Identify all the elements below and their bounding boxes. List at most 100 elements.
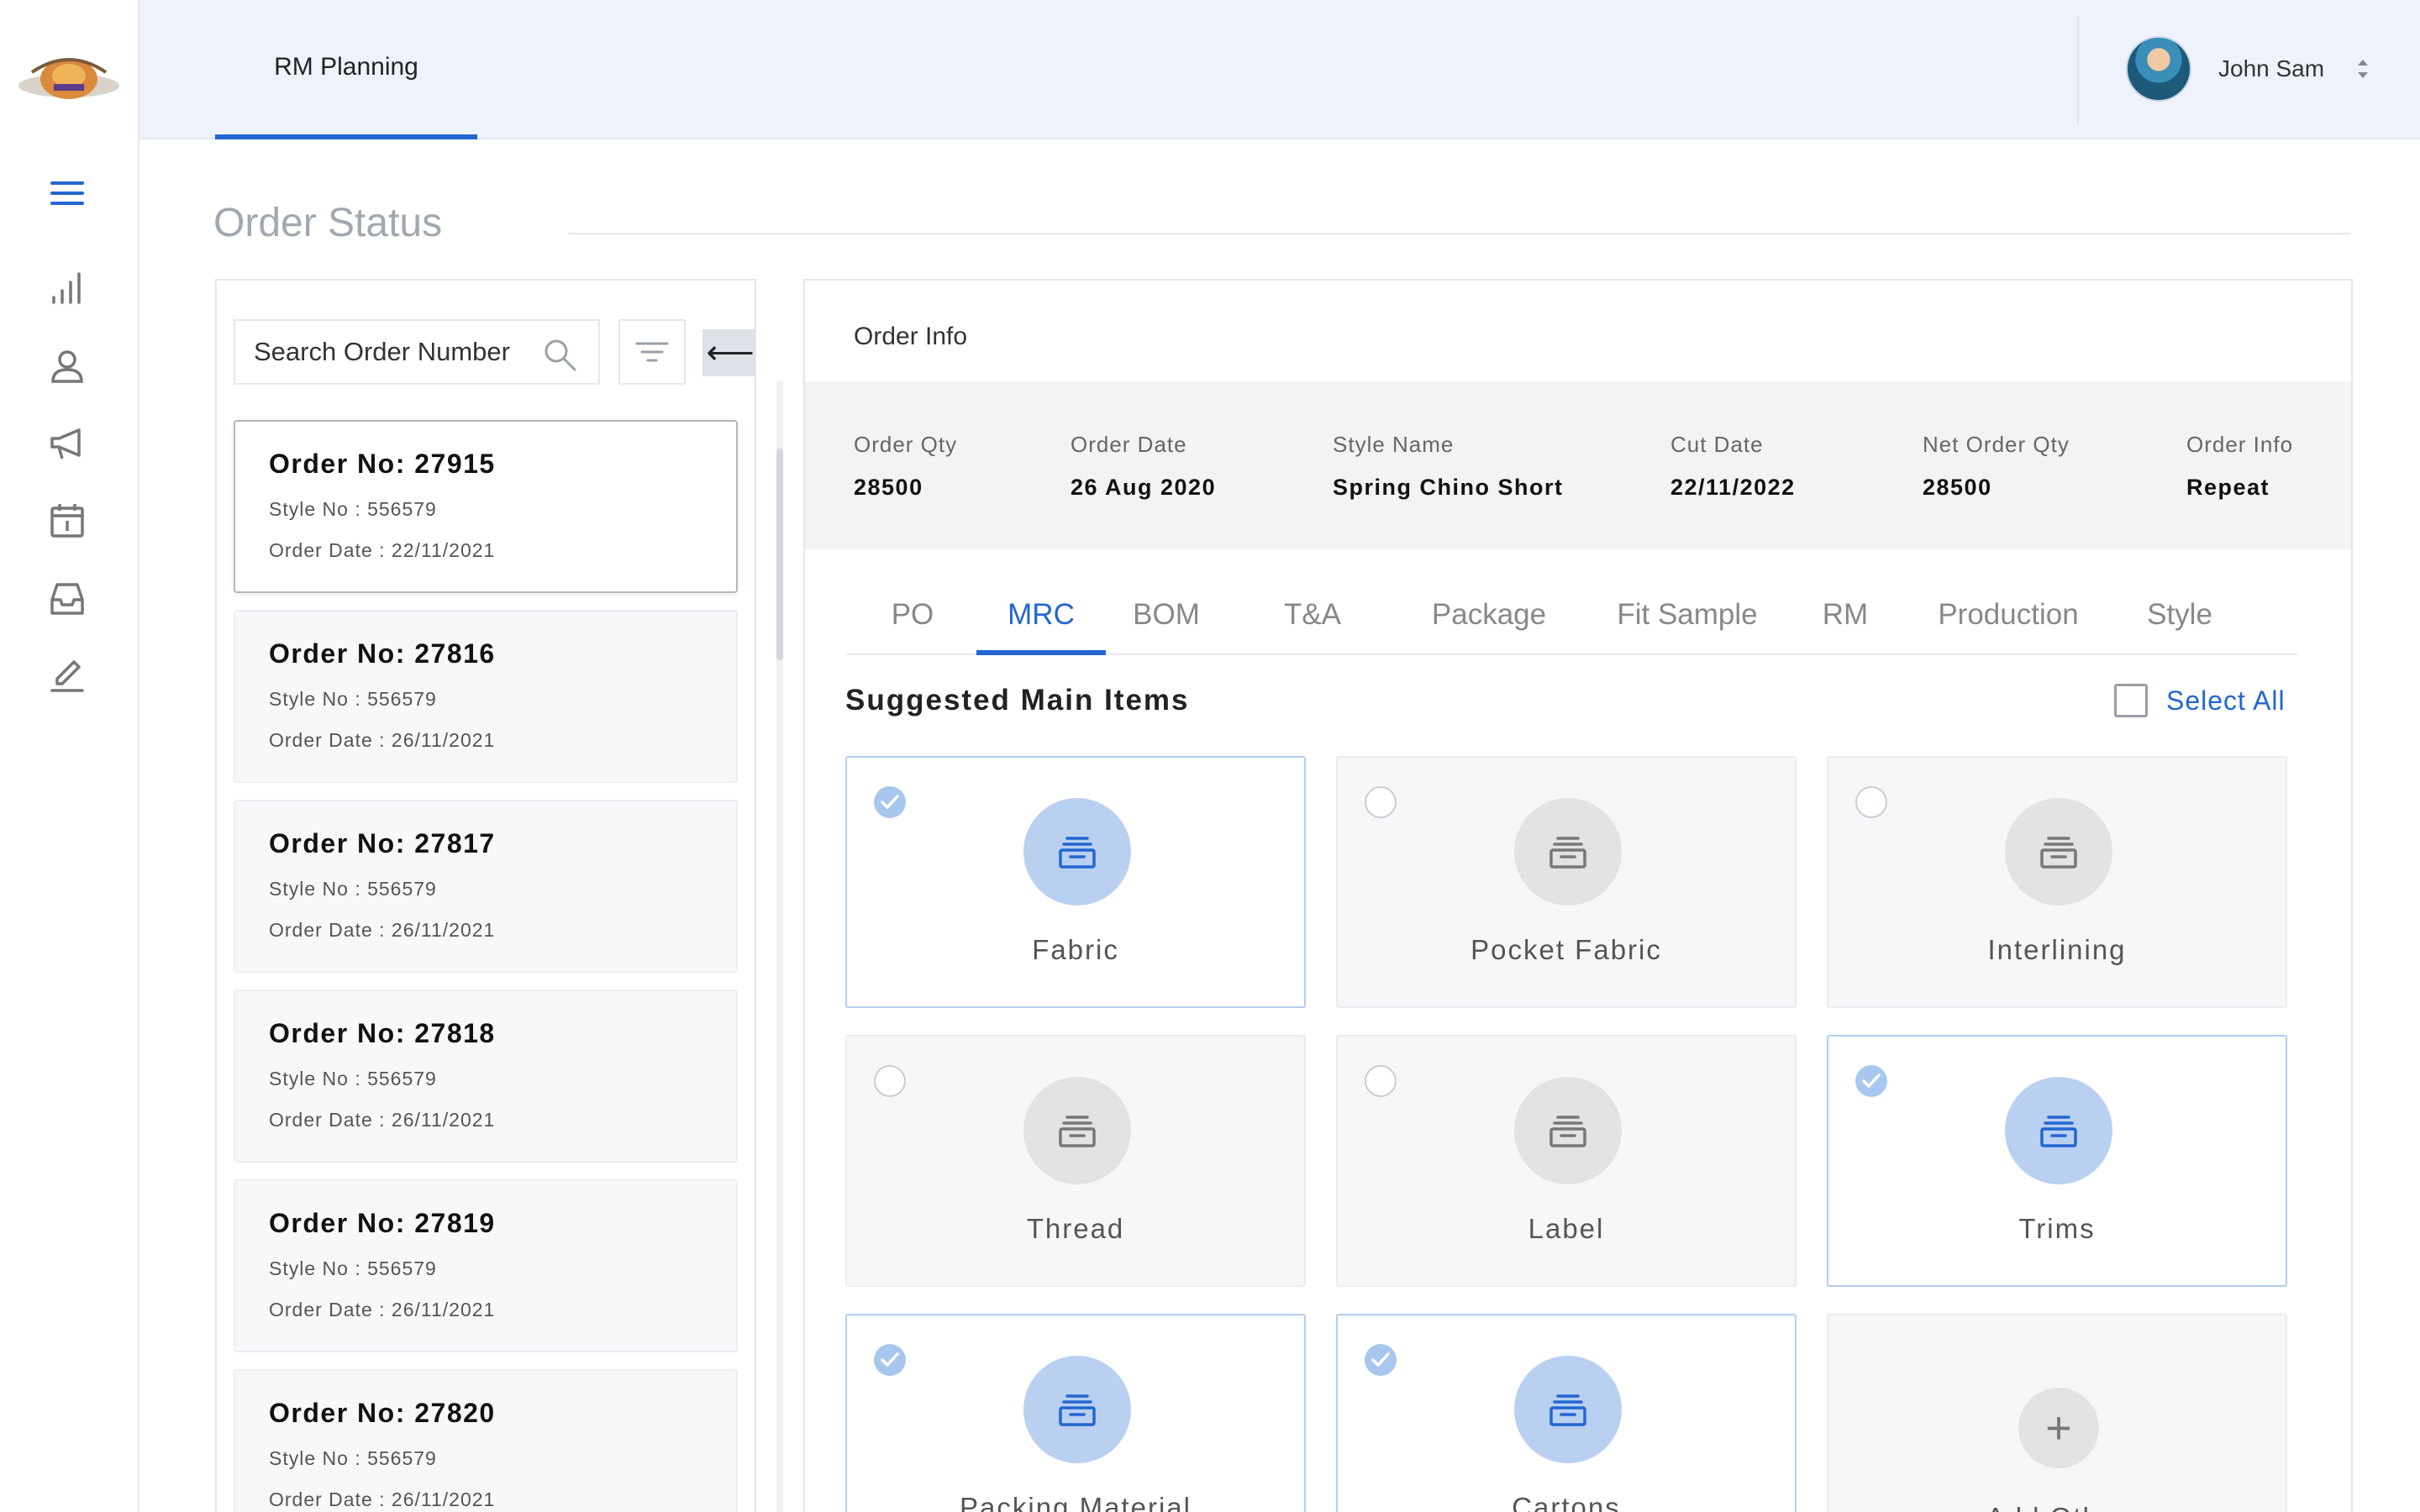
order-detail-panel: Order Info Order Qty 28500 Order Date 26… — [803, 279, 2353, 1512]
sort-caret-icon[interactable] — [2354, 56, 2371, 81]
archive-icon — [2005, 798, 2112, 906]
select-all-checkbox[interactable] — [2114, 684, 2148, 717]
detail-tabs: PO MRC BOM T&A Package Fit Sample RM Pro… — [845, 591, 2297, 655]
tab-style[interactable]: Style — [2129, 591, 2230, 655]
select-all-toggle[interactable]: Select All — [2114, 684, 2286, 717]
item-card-cartons[interactable]: Cartons — [1336, 1314, 1797, 1512]
select-all-label[interactable]: Select All — [2166, 685, 2286, 717]
tab-t-and-a[interactable]: T&A — [1270, 591, 1355, 655]
tab-po[interactable]: PO — [879, 591, 946, 655]
radio-circle-icon[interactable] — [874, 1065, 906, 1097]
info-label: Order Qty — [854, 432, 958, 457]
info-cut-date: Cut Date 22/11/2022 — [1670, 432, 1796, 501]
sidebar — [0, 0, 139, 1512]
search-box — [234, 319, 600, 385]
info-order-date: Order Date 26 Aug 2020 — [1071, 432, 1216, 501]
order-card[interactable]: Order No: 27915 Style No : 556579 Order … — [234, 420, 738, 593]
order-card[interactable]: Order No: 27819 Style No : 556579 Order … — [234, 1179, 738, 1352]
title-divider — [568, 233, 2351, 234]
order-date: Order Date : 26/11/2021 — [269, 729, 496, 751]
info-value: 26 Aug 2020 — [1071, 475, 1217, 500]
tab-package[interactable]: Package — [1422, 591, 1556, 655]
item-card-pocket-fabric[interactable]: Pocket Fabric — [1336, 756, 1797, 1008]
chart-icon[interactable] — [42, 264, 92, 314]
check-circle-icon[interactable] — [874, 786, 906, 818]
order-style-no: Style No : 556579 — [269, 1447, 437, 1469]
edit-icon[interactable] — [42, 650, 92, 701]
item-card-thread[interactable]: Thread — [845, 1035, 1306, 1287]
tab-production[interactable]: Production — [1924, 591, 2092, 655]
radio-circle-icon[interactable] — [1365, 786, 1397, 818]
archive-icon — [2005, 1077, 2112, 1184]
user-icon[interactable] — [42, 341, 92, 391]
info-label: Style Name — [1333, 432, 1455, 457]
order-card[interactable]: Order No: 27816 Style No : 556579 Order … — [234, 610, 738, 783]
tab-rm-planning[interactable]: RM Planning — [215, 0, 477, 139]
item-label: Thread — [1026, 1213, 1125, 1244]
tab-mrc[interactable]: MRC — [976, 591, 1106, 655]
info-order-type: Order Info Repeat — [2186, 432, 2293, 501]
order-style-no: Style No : 556579 — [269, 1257, 437, 1279]
item-card-fabric[interactable]: Fabric — [845, 756, 1306, 1008]
order-date: Order Date : 22/11/2021 — [269, 539, 496, 561]
order-number: Order No: 27818 — [269, 1018, 496, 1048]
collapse-panel-button[interactable]: ⟵ — [702, 329, 755, 376]
archive-icon — [1023, 1077, 1131, 1184]
search-input[interactable] — [254, 337, 523, 367]
order-card[interactable]: Order No: 27818 Style No : 556579 Order … — [234, 990, 738, 1163]
header-divider — [2077, 15, 2079, 124]
menu-icon[interactable] — [42, 168, 92, 218]
order-number: Order No: 27816 — [269, 638, 496, 669]
item-card-interlining[interactable]: Interlining — [1827, 756, 2287, 1008]
order-style-no: Style No : 556579 — [269, 688, 437, 710]
calendar-icon[interactable] — [42, 496, 92, 546]
user-menu[interactable]: John Sam — [2126, 35, 2371, 102]
info-net-order-qty: Net Order Qty 28500 — [1923, 432, 2070, 501]
user-name: John Sam — [2218, 55, 2325, 81]
megaphone-icon[interactable] — [42, 418, 92, 469]
order-style-no: Style No : 556579 — [269, 1068, 437, 1089]
search-icon[interactable] — [541, 336, 578, 373]
info-value: 28500 — [854, 475, 923, 500]
order-number: Order No: 27915 — [269, 449, 496, 479]
item-card-trims[interactable]: Trims — [1827, 1035, 2287, 1287]
tab-fit-sample[interactable]: Fit Sample — [1603, 591, 1771, 655]
order-number: Order No: 27817 — [269, 828, 496, 858]
avatar[interactable] — [2126, 36, 2191, 102]
add-other-card[interactable]: + Add Other — [1827, 1314, 2287, 1512]
item-card-packing-material[interactable]: Packing Material — [845, 1314, 1306, 1512]
panel-heading: Order Info — [854, 323, 968, 350]
filter-button[interactable] — [618, 319, 686, 385]
inbox-icon[interactable] — [42, 573, 92, 623]
add-other-label: Add Other — [1828, 1502, 2286, 1512]
item-label: Trims — [2018, 1213, 2096, 1244]
order-date: Order Date : 26/11/2021 — [269, 919, 496, 941]
info-label: Cut Date — [1670, 432, 1764, 457]
order-date: Order Date : 26/11/2021 — [269, 1299, 496, 1320]
info-value: Repeat — [2186, 475, 2270, 500]
item-card-label[interactable]: Label — [1336, 1035, 1797, 1287]
company-logo[interactable] — [15, 39, 123, 116]
radio-circle-icon[interactable] — [1855, 786, 1887, 818]
radio-circle-icon[interactable] — [1365, 1065, 1397, 1097]
info-style-name: Style Name Spring Chino Short — [1333, 432, 1563, 501]
check-circle-icon[interactable] — [1365, 1344, 1397, 1376]
order-card[interactable]: Order No: 27820 Style No : 556579 Order … — [234, 1369, 738, 1512]
list-scroll-thumb[interactable] — [776, 449, 783, 660]
page-title: Order Status — [213, 201, 443, 245]
tab-rm[interactable]: RM — [1812, 591, 1879, 655]
order-info-strip: Order Qty 28500 Order Date 26 Aug 2020 S… — [805, 381, 2351, 549]
order-date: Order Date : 26/11/2021 — [269, 1488, 496, 1510]
tab-bom[interactable]: BOM — [1124, 591, 1208, 655]
archive-icon — [1514, 798, 1622, 906]
check-circle-icon[interactable] — [874, 1344, 906, 1376]
info-value: 28500 — [1923, 475, 1992, 500]
item-label: Interlining — [1987, 934, 2127, 965]
section-title: Suggested Main Items — [845, 684, 1190, 717]
plus-icon[interactable]: + — [2018, 1388, 2099, 1468]
order-date: Order Date : 26/11/2021 — [269, 1109, 496, 1131]
info-value: 22/11/2022 — [1670, 475, 1796, 500]
item-label: Label — [1528, 1213, 1605, 1244]
order-card[interactable]: Order No: 27817 Style No : 556579 Order … — [234, 800, 738, 973]
check-circle-icon[interactable] — [1855, 1065, 1887, 1097]
